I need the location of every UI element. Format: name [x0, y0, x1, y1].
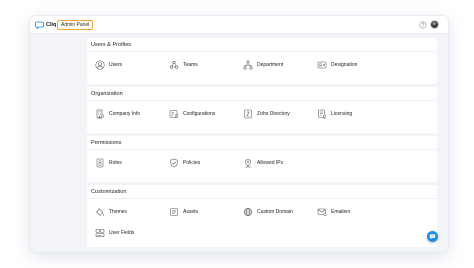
item-company-info[interactable]: Company Info: [95, 108, 140, 120]
item-label: Policies: [183, 160, 201, 166]
item-label: Roles: [109, 160, 122, 166]
item-zoho-directory[interactable]: Zoho Directory: [243, 108, 290, 120]
item-label: Custom Domain: [257, 209, 293, 215]
app-window: Cliq Admin Panel Users & Profiles Users …: [30, 16, 448, 252]
allowed-ips-icon: [243, 158, 257, 168]
item-label: Designation: [331, 62, 358, 68]
item-themes[interactable]: Themes: [95, 206, 127, 218]
roles-icon: [95, 158, 109, 168]
globe-icon: [243, 207, 257, 217]
themes-icon: [95, 207, 109, 217]
user-fields-icon: [95, 228, 109, 238]
item-policies[interactable]: Policies: [169, 157, 200, 169]
item-licensing[interactable]: Licensing: [317, 108, 352, 120]
directory-icon: [243, 109, 257, 119]
item-label: Themes: [109, 209, 128, 215]
chat-icon: [429, 233, 436, 240]
section-title: Customization: [87, 185, 437, 199]
policies-icon: [169, 158, 183, 168]
item-label: Allowed IPs: [257, 160, 284, 166]
brand[interactable]: Cliq: [35, 20, 56, 30]
item-label: Department: [257, 62, 284, 68]
item-label: Company Info: [109, 111, 141, 117]
department-icon: [243, 60, 257, 70]
emailers-icon: [317, 207, 331, 217]
item-label: Teams: [183, 62, 198, 68]
item-label: Assets: [183, 209, 199, 215]
section-customization: Customization Themes Assets Custom Domai…: [87, 185, 437, 247]
item-department[interactable]: Department: [243, 59, 283, 71]
user-icon: [95, 60, 109, 70]
item-label: Users: [109, 62, 123, 68]
item-configurations[interactable]: Configurations: [169, 108, 215, 120]
item-custom-domain[interactable]: Custom Domain: [243, 206, 293, 218]
brand-name: Cliq: [46, 22, 57, 28]
section-users-profiles: Users & Profiles Users Teams Department: [87, 38, 437, 84]
section-permissions: Permissions Roles Policies Allowed IPs: [87, 136, 437, 182]
licensing-icon: [317, 109, 331, 119]
assets-icon: [169, 207, 183, 217]
item-label: Emailers: [331, 209, 351, 215]
top-bar: Cliq Admin Panel: [30, 16, 448, 34]
item-allowed-ips[interactable]: Allowed IPs: [243, 157, 283, 169]
designation-icon: [317, 60, 331, 70]
item-roles[interactable]: Roles: [95, 157, 122, 169]
configurations-icon: [169, 109, 183, 119]
admin-panel-badge[interactable]: Admin Panel: [57, 20, 94, 30]
cliq-logo-icon: [35, 21, 46, 29]
section-title: Permissions: [87, 136, 437, 150]
item-designation[interactable]: Designation: [317, 59, 357, 71]
section-title: Users & Profiles: [87, 38, 437, 52]
section-organization: Organization Company Info Configurations…: [87, 87, 437, 133]
help-icon[interactable]: [419, 21, 427, 29]
item-label: User Fields: [109, 230, 135, 236]
company-icon: [95, 109, 109, 119]
item-label: Licensing: [331, 111, 353, 117]
item-label: Configurations: [183, 111, 216, 117]
chat-bubble-button[interactable]: [427, 231, 438, 242]
item-emailers[interactable]: Emailers: [317, 206, 350, 218]
item-label: Zoho Directory: [257, 111, 290, 117]
item-users[interactable]: Users: [95, 59, 122, 71]
section-title: Organization: [87, 87, 437, 101]
item-teams[interactable]: Teams: [169, 59, 198, 71]
avatar[interactable]: [430, 20, 439, 29]
item-user-fields[interactable]: User Fields: [95, 227, 134, 239]
item-assets[interactable]: Assets: [169, 206, 198, 218]
teams-icon: [169, 60, 183, 70]
